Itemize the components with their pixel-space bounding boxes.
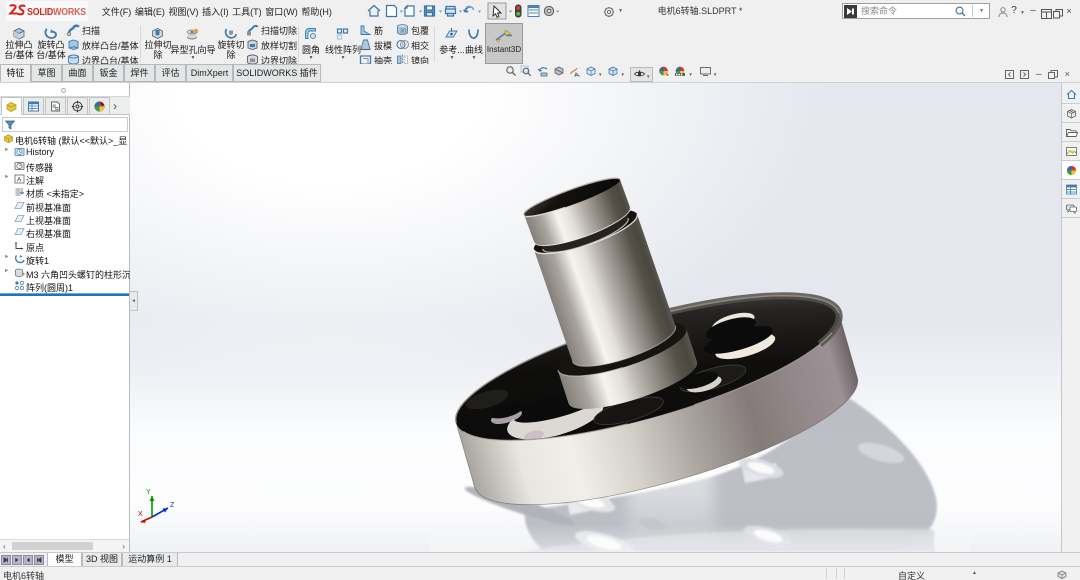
svg-text:X: X: [138, 511, 143, 518]
svg-text:SOLIDWORKS: SOLIDWORKS: [27, 7, 87, 18]
svg-text:A: A: [17, 177, 22, 184]
svg-text:30: 30: [400, 29, 406, 35]
svg-text:Z: Z: [170, 502, 175, 509]
svg-text:Y: Y: [146, 489, 151, 496]
